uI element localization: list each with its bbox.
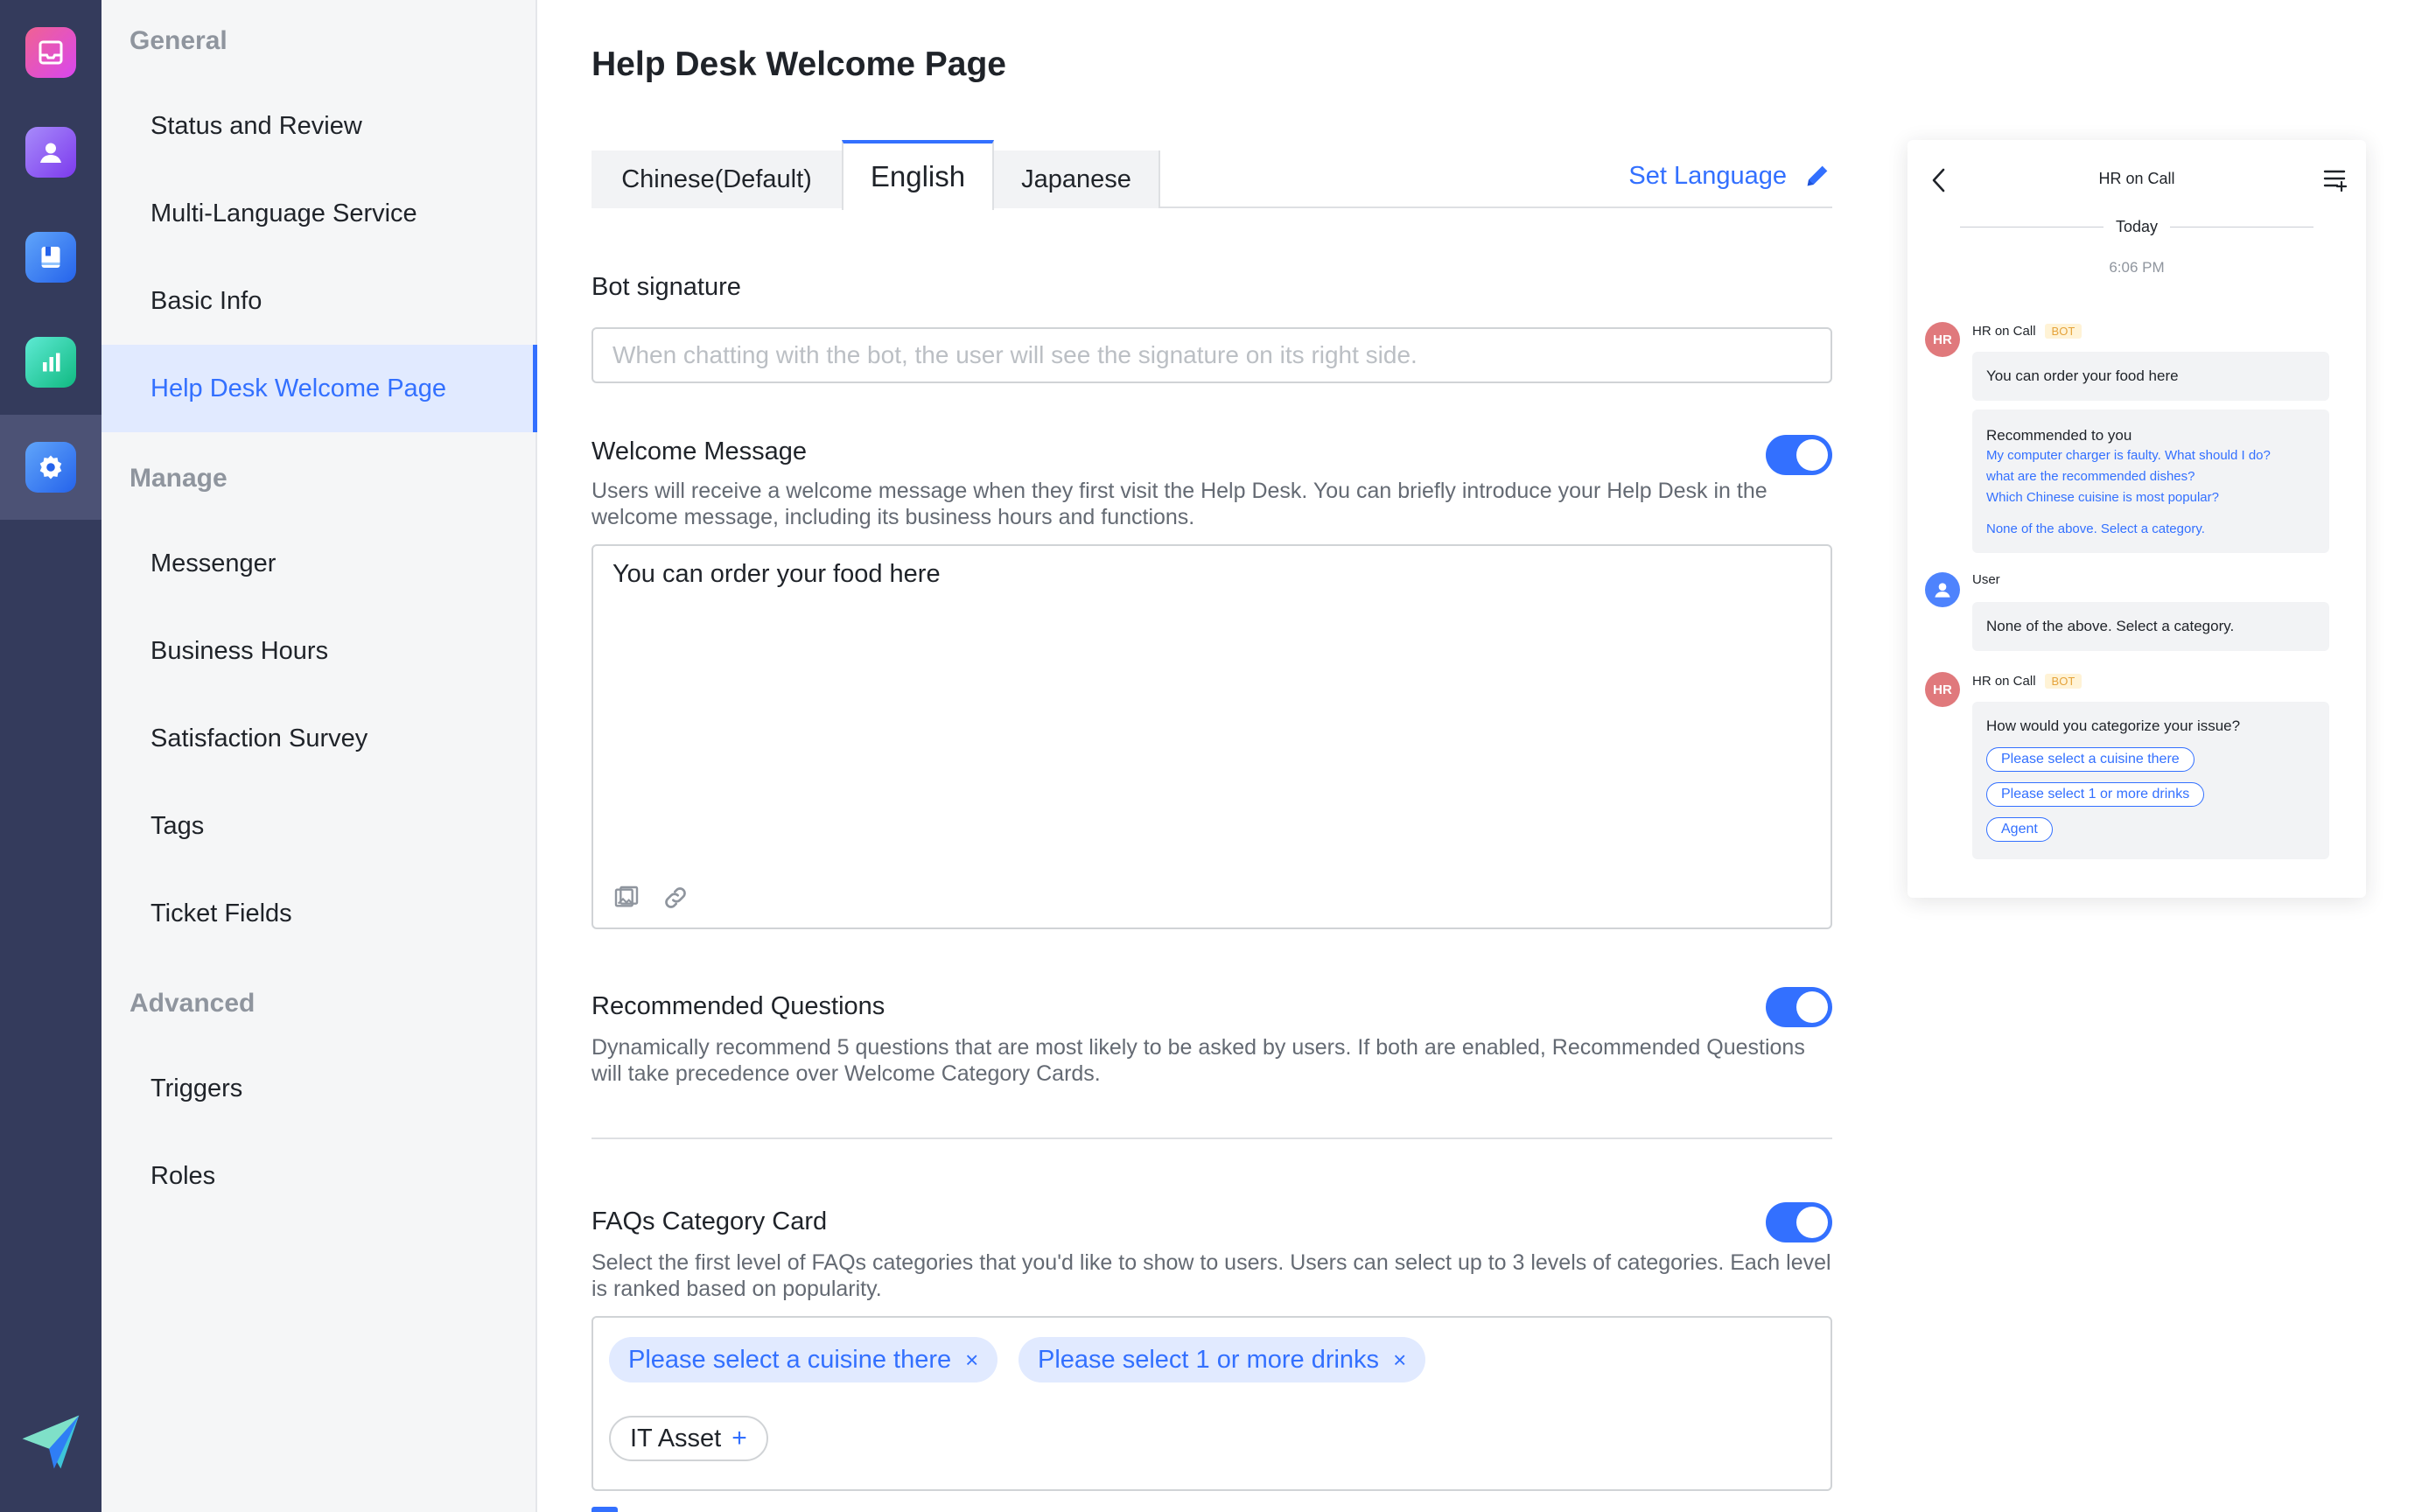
welcome-message-description: Users will receive a welcome message whe… [592,479,1768,529]
category-chip-label: Please select 1 or more drinks [1038,1345,1380,1374]
paper-plane-logo-icon [22,1415,80,1469]
bot-signature-label: Bot signature [592,273,741,301]
rail-item-settings[interactable] [0,415,102,520]
welcome-message-label: Welcome Message [592,438,808,466]
category-chip-label: Please select a cuisine there [628,1345,952,1374]
sidebar-item-business-hours[interactable]: Business Hours [102,607,536,695]
plus-icon: + [732,1424,747,1452]
checkbox[interactable] [592,1507,618,1512]
bot-badge: BOT [2044,674,2082,689]
image-icon[interactable] [612,884,640,912]
message-bubble: You can order your food here [1972,352,2329,401]
pencil-icon [1807,165,1828,186]
bar-chart-icon [25,337,76,388]
category-option-button[interactable]: Please select 1 or more drinks [1986,782,2205,807]
bot-signature-input[interactable]: When chatting with the bot, the user wil… [592,327,1832,383]
sidebar-item-status-review[interactable]: Status and Review [102,82,536,170]
inbox-icon [25,27,76,78]
sender-name-label: User [1972,572,2000,587]
book-icon [25,232,76,283]
section-divider [592,1138,1832,1139]
message-text: None of the above. Select a category. [1986,618,2235,634]
sidebar-item-messenger[interactable]: Messenger [102,520,536,607]
set-language-label: Set Language [1628,161,1787,190]
date-divider: Today [1948,215,2326,238]
sidebar-item-multi-language[interactable]: Multi-Language Service [102,170,536,257]
sidebar-group-general: General [130,26,228,55]
recommended-title: Recommended to you [1986,427,2132,444]
sidebar-item-tags[interactable]: Tags [102,782,536,870]
sender-name: User [1972,572,2000,587]
language-tabs: Chinese(Default) English Japanese Set La… [592,140,1832,210]
set-language-button[interactable]: Set Language [1628,161,1832,191]
add-category-label: IT Asset [630,1424,722,1452]
link-icon[interactable] [662,884,690,912]
recommended-question[interactable]: what are the recommended dishes? [1986,469,2194,484]
sidebar-group-manage: Manage [130,464,228,493]
faq-category-select[interactable]: Please select a cuisine there × Please s… [592,1316,1832,1491]
icon-rail [0,0,102,1512]
message-bubble: None of the above. Select a category. [1972,602,2329,651]
chat-preview: HR on Call Today 6:06 PM HR HR on Call B… [1908,140,2366,898]
welcome-message-text[interactable]: You can order your food here [612,560,941,589]
tab-chinese[interactable]: Chinese(Default) [592,150,844,208]
recommended-question[interactable]: Which Chinese cuisine is most popular? [1986,490,2219,505]
welcome-message-editor[interactable]: You can order your food here [592,544,1832,929]
sidebar-item-roles[interactable]: Roles [102,1132,536,1220]
faq-card-toggle[interactable] [1766,1202,1832,1242]
user-avatar-icon [1925,572,1960,607]
sidebar-item-basic-info[interactable]: Basic Info [102,257,536,345]
sidebar-item-triggers[interactable]: Triggers [102,1045,536,1132]
faq-card-label: FAQs Category Card [592,1208,828,1236]
rail-item-knowledge[interactable] [0,205,102,310]
preview-title: HR on Call [2098,170,2175,187]
chip-remove-icon[interactable]: × [1393,1347,1406,1374]
agent-button[interactable]: Agent [1986,817,2053,842]
recommended-questions-label: Recommended Questions [592,992,886,1020]
sidebar-item-satisfaction-survey[interactable]: Satisfaction Survey [102,695,536,782]
rail-item-agent[interactable] [0,100,102,205]
editor-toolbar [612,884,690,912]
message-time: 6:06 PM [2109,259,2165,276]
rail-item-analytics[interactable] [0,310,102,415]
category-bubble: How would you categorize your issue? Ple… [1972,702,2329,859]
sender-name-label: HR on Call [1972,324,2036,339]
gear-icon [25,442,76,493]
faq-card-description: Select the first level of FAQs categorie… [592,1250,1831,1301]
person-icon [25,127,76,178]
add-category-button[interactable]: IT Asset + [609,1416,768,1461]
category-option-button[interactable]: Please select a cuisine there [1986,747,2194,772]
recommended-questions-toggle[interactable] [1766,987,1832,1027]
sidebar-item-ticket-fields[interactable]: Ticket Fields [102,870,536,957]
settings-sidebar: General Status and Review Multi-Language… [102,0,537,1512]
welcome-message-toggle[interactable] [1766,435,1832,475]
recommended-bubble: Recommended to you My computer charger i… [1972,410,2329,553]
tab-japanese[interactable]: Japanese [994,150,1160,208]
none-of-above-link[interactable]: None of the above. Select a category. [1986,522,2205,536]
bot-signature-placeholder: When chatting with the bot, the user wil… [612,341,1418,368]
sidebar-group-advanced: Advanced [130,989,256,1018]
date-divider-label: Today [2115,217,2159,235]
chip-remove-icon[interactable]: × [965,1347,978,1374]
tab-english[interactable]: English [842,140,994,210]
recommended-question[interactable]: My computer charger is faulty. What shou… [1986,448,2271,463]
category-chip[interactable]: Please select a cuisine there × [609,1337,998,1382]
recommended-questions-description: Dynamically recommend 5 questions that a… [592,1035,1805,1086]
category-chip[interactable]: Please select 1 or more drinks × [1018,1337,1426,1382]
message-text: How would you categorize your issue? [1986,718,2241,734]
rail-item-inbox[interactable] [0,0,102,105]
sidebar-item-help-desk-welcome[interactable]: Help Desk Welcome Page [102,345,537,432]
sender-name: HR on Call BOT [1972,674,2082,689]
menu-icon [2323,170,2348,192]
sender-name-label: HR on Call [1972,674,2036,689]
sender-name: HR on Call BOT [1972,324,2082,339]
message-text: You can order your food here [1986,368,2179,384]
avatar: HR [1925,322,1960,357]
avatar: HR [1925,672,1960,707]
bot-badge: BOT [2044,324,2082,339]
page-title: Help Desk Welcome Page [592,46,1006,83]
